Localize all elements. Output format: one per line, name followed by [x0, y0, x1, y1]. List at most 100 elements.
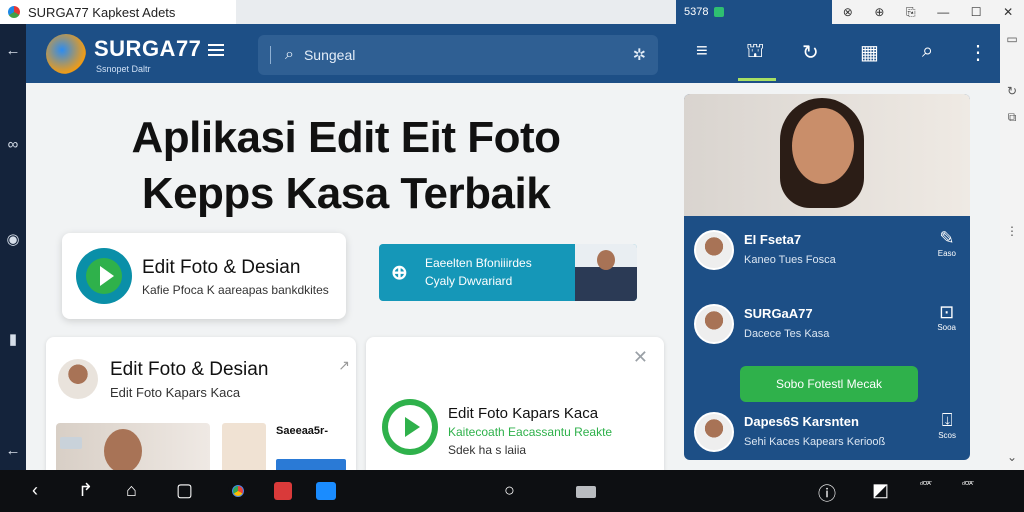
grid-icon[interactable]: ▦	[860, 40, 879, 65]
profile-card: EI Fseta7 Kaneo Tues Fosca ✎ Easo SURGaA7…	[684, 94, 970, 460]
forward-icon[interactable]: ↱	[78, 480, 93, 501]
tray-label: ᵒ̄ᴼ̄ᴬ̄	[920, 480, 931, 489]
menu-icon[interactable]	[208, 44, 224, 56]
thumbnail-label: Saeeaa5r-	[276, 425, 328, 437]
minimize-button[interactable]: —	[937, 5, 949, 19]
keyboard-icon[interactable]	[576, 486, 596, 498]
home-icon[interactable]: ⛫	[746, 40, 764, 65]
banner-line-1: Eaeelten Bfoniiirdes	[425, 256, 532, 270]
site-header: SURGA77 Ssnopet Daltr ⌕ Sungeal ✲	[26, 24, 676, 83]
window-control-settings-icon[interactable]: ⊕	[874, 5, 884, 19]
right-panel: ≡ ⛫ ↻ ▦ ⌕ ⋮ EI Fseta7 Kaneo Tues Fosca ✎…	[676, 24, 1000, 470]
refresh-icon[interactable]: ↻	[802, 40, 819, 65]
browser-icon[interactable]: ▭	[1000, 32, 1024, 46]
promo-banner[interactable]: ⊕ Eaeelten Bfoniiirdes Cyaly Dwvariard	[379, 244, 637, 301]
search-bar[interactable]: ⌕ Sungeal ✲	[258, 35, 658, 75]
window-controls: ⊗ ⊕ ⎘ — ☐ ✕	[832, 0, 1024, 24]
card-highlight: Kaitecoath Eacassantu Reakte	[448, 425, 613, 439]
avatar	[694, 412, 734, 452]
list-item[interactable]: EI Fseta7 Kaneo Tues Fosca ✎ Easo	[694, 228, 960, 272]
card-title: Edit Foto Kapars Kaca	[448, 405, 599, 422]
banner-photo	[575, 244, 637, 301]
play-icon[interactable]	[382, 399, 438, 455]
list-item-title: SURGaA77	[744, 306, 813, 321]
hero-title: Aplikasi Edit Eit Foto Kepps Kasa Terbai…	[131, 113, 561, 218]
browser-tab[interactable]: SURGA77 Kapkest Adets	[0, 0, 236, 24]
active-tab-indicator	[738, 78, 776, 81]
left-sidebar: ← ∞ ◉ ▮ ←	[0, 24, 26, 470]
plus-icon: ⊕	[391, 262, 408, 284]
home-icon[interactable]: ⌂	[126, 480, 137, 501]
copy-icon[interactable]: ⧉	[1000, 110, 1024, 125]
close-icon[interactable]: ✕	[633, 347, 648, 368]
brand-name[interactable]: SURGA77	[94, 36, 201, 62]
sparkle-icon[interactable]: ✲	[633, 45, 646, 65]
card-subtitle: Edit Foto Kapars Kaca	[110, 385, 241, 400]
tab-title: SURGA77 Kapkest Adets	[28, 4, 176, 20]
spotify-icon[interactable]: ◉	[0, 230, 26, 248]
back-icon[interactable]: ‹	[32, 480, 38, 501]
close-button[interactable]: ✕	[1003, 5, 1013, 19]
thumbnail-badge	[60, 437, 82, 449]
back-arrow-icon[interactable]: ←	[0, 442, 26, 459]
list-item-title: Dapes6S Karsnten	[744, 414, 859, 429]
list-item[interactable]: SURGaA77 Dacece Tes Kasa ⊡ Sooa	[694, 302, 960, 346]
thumbnail-button[interactable]	[276, 459, 346, 470]
search-icon: ⌕	[285, 46, 294, 63]
browser-favicon-icon	[8, 6, 20, 18]
more-icon[interactable]: ⋮	[968, 40, 988, 65]
recents-icon[interactable]: ▢	[176, 480, 193, 501]
menu-icon[interactable]: ≡	[696, 40, 708, 63]
feature-card-edit[interactable]: Edit Foto & Desian Kafie Pfoca K aareapa…	[62, 233, 346, 319]
card-title: Edit Foto & Desian	[142, 257, 301, 278]
maximize-button[interactable]: ☐	[971, 5, 982, 19]
list-item-subtitle: Kaneo Tues Fosca	[744, 254, 836, 266]
chrome-icon[interactable]	[228, 481, 248, 501]
list-item-title: EI Fseta7	[744, 232, 802, 247]
profile-photo	[684, 94, 970, 216]
avatar	[58, 359, 98, 399]
bookmark-icon[interactable]: ⍗ Scos	[938, 410, 956, 440]
messages-icon[interactable]	[316, 482, 336, 500]
app-icon[interactable]	[274, 482, 292, 500]
brand-tagline: Ssnopet Daltr	[96, 64, 151, 74]
search-icon[interactable]: ⌕	[922, 40, 933, 63]
office-icon[interactable]: ▮	[0, 330, 26, 348]
list-item-subtitle: Dacece Tes Kasa	[744, 328, 830, 340]
home-circle-icon[interactable]: ○	[504, 480, 515, 501]
content-card-right[interactable]: ✕ Edit Foto Kapars Kaca Kaitecoath Eacas…	[366, 337, 664, 470]
window-control-pin-icon[interactable]: ⊗	[843, 5, 853, 19]
more-icon[interactable]: ⋮	[1000, 224, 1024, 238]
expand-icon[interactable]: ↗	[338, 357, 350, 374]
card-subtitle: Sdek ha s laiia	[448, 443, 527, 457]
right-side-toolbar: ▭ ↻ ⧉ ⋮ ⌄	[1000, 24, 1024, 470]
edit-icon[interactable]: ✎ Easo	[938, 228, 956, 258]
taskbar: ‹ ↱ ⌂ ▢ ○ ⓘ ◩ ᵒ̄ᴼ̄ᴬ̄ ᵒ̄ᴼ̄ᴬ̄	[0, 470, 1024, 512]
photo-thumbnail[interactable]	[222, 423, 266, 470]
avatar	[694, 230, 734, 270]
screenshot-icon[interactable]: ◩	[872, 480, 889, 501]
tray-label: ᵒ̄ᴼ̄ᴬ̄	[962, 480, 973, 489]
main-page: SURGA77 Ssnopet Daltr ⌕ Sungeal ✲ Aplika…	[26, 24, 676, 470]
play-icon	[76, 248, 132, 304]
window-control-snap-icon[interactable]: ⎘	[906, 5, 916, 20]
list-item[interactable]: Dapes6S Karsnten Sehi Kaces Kapears Keri…	[694, 410, 960, 454]
back-arrow-icon[interactable]: ←	[0, 42, 26, 59]
search-divider	[270, 46, 271, 64]
avatar	[694, 304, 734, 344]
chevron-down-icon[interactable]: ⌄	[1000, 450, 1024, 464]
list-item-subtitle: Sehi Kaces Kapears Keriooß	[744, 436, 886, 448]
site-logo[interactable]	[46, 34, 86, 74]
refresh-icon[interactable]: ↻	[1000, 84, 1024, 98]
card-title: Edit Foto & Desian	[110, 359, 269, 380]
content-card-left[interactable]: Edit Foto & Desian Edit Foto Kapars Kaca…	[46, 337, 356, 470]
search-input[interactable]: Sungeal	[304, 47, 355, 63]
card-subtitle: Kafie Pfoca K aareapas bankdkites	[142, 283, 329, 297]
status-clock: 5378	[676, 6, 725, 18]
primary-action-button[interactable]: Sobo Fotestl Mecak	[740, 366, 918, 402]
status-app-icon	[714, 7, 725, 17]
banner-line-2: Cyaly Dwvariard	[425, 274, 513, 288]
bag-icon[interactable]: ⊡ Sooa	[937, 302, 956, 332]
link-icon[interactable]: ∞	[0, 136, 26, 153]
info-icon[interactable]: ⓘ	[818, 480, 836, 506]
